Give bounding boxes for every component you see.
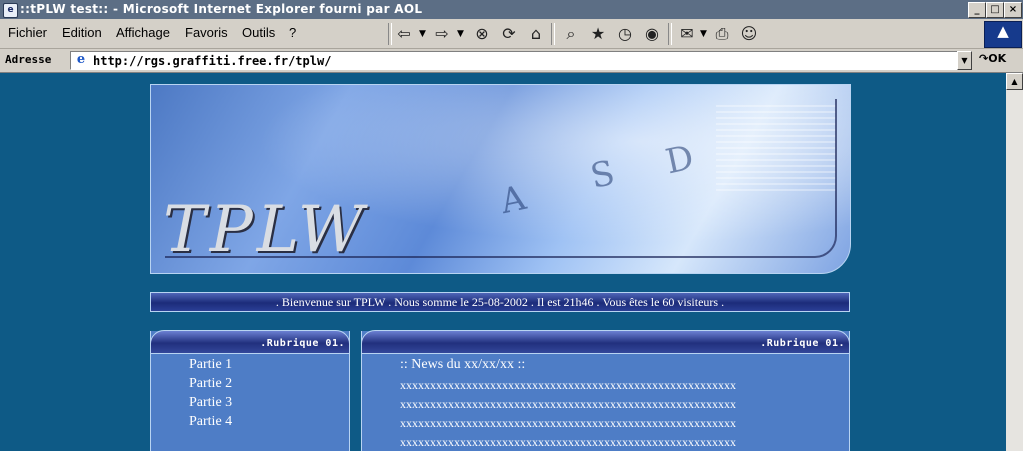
news-panel-heading: .Rubrique 01. <box>760 338 845 349</box>
address-label: Adresse <box>5 53 52 66</box>
messenger-icon[interactable]: ☺ <box>737 22 761 46</box>
forward-dropdown-icon[interactable]: ▼ <box>457 22 464 46</box>
address-url[interactable]: http://rgs.graffiti.free.fr/tplw/ <box>93 54 331 68</box>
go-arrow-icon: ↷ <box>979 52 989 65</box>
maximize-button[interactable]: □ <box>986 2 1004 18</box>
sidebar-item-partie-3[interactable]: Partie 3 <box>189 395 232 411</box>
back-arrow-icon[interactable]: ⇦ <box>392 22 416 46</box>
address-dropdown-button[interactable]: ▼ <box>957 51 972 70</box>
ie-page-icon: e <box>76 52 86 67</box>
address-input[interactable]: e http://rgs.graffiti.free.fr/tplw/ <box>70 51 958 70</box>
menu-outils[interactable]: Outils <box>242 25 275 40</box>
back-dropdown-icon[interactable]: ▼ <box>419 22 426 46</box>
address-bar: Adresse e http://rgs.graffiti.free.fr/tp… <box>0 49 1023 73</box>
go-label: OK <box>988 52 1007 65</box>
favorites-icon[interactable]: ★ <box>586 22 610 46</box>
welcome-banner: . Bienvenue sur TPLW . Nous somme le 25-… <box>150 292 850 312</box>
aol-logo-icon: ▲ <box>984 21 1022 48</box>
news-line: xxxxxxxxxxxxxxxxxxxxxxxxxxxxxxxxxxxxxxxx… <box>400 397 736 411</box>
news-line: xxxxxxxxxxxxxxxxxxxxxxxxxxxxxxxxxxxxxxxx… <box>400 435 736 449</box>
history-icon[interactable]: ◷ <box>613 22 637 46</box>
window-title-bar[interactable]: e ::tPLW test:: - Microsoft Internet Exp… <box>0 0 1023 19</box>
site-banner: A S D TPLW <box>150 84 851 274</box>
forward-arrow-icon[interactable]: ⇨ <box>430 22 454 46</box>
vertical-scrollbar[interactable]: ▲ <box>1006 73 1023 451</box>
toolbar-separator <box>551 23 555 45</box>
news-title: :: News du xx/xx/xx :: <box>400 357 526 372</box>
news-panel-header: .Rubrique 01. <box>361 330 850 354</box>
toolbar-separator <box>668 23 672 45</box>
refresh-icon[interactable]: ⟳ <box>497 22 521 46</box>
news-line: xxxxxxxxxxxxxxxxxxxxxxxxxxxxxxxxxxxxxxxx… <box>400 416 736 430</box>
mail-icon[interactable]: ✉ <box>675 22 699 46</box>
search-icon[interactable]: ⌕ <box>559 22 583 46</box>
stop-icon[interactable]: ⊗ <box>470 22 494 46</box>
menu-affichage[interactable]: Affichage <box>116 25 170 40</box>
menu-fichier[interactable]: Fichier <box>8 25 47 40</box>
left-panel-heading: .Rubrique 01. <box>260 338 345 349</box>
minimize-button[interactable]: _ <box>968 2 986 18</box>
sidebar-item-partie-4[interactable]: Partie 4 <box>189 414 232 430</box>
site-logo: TPLW <box>163 193 368 267</box>
sidebar-item-partie-1[interactable]: Partie 1 <box>189 357 232 373</box>
news-line: xxxxxxxxxxxxxxxxxxxxxxxxxxxxxxxxxxxxxxxx… <box>400 378 736 392</box>
left-panel-header: .Rubrique 01. <box>150 330 350 354</box>
menu-favoris[interactable]: Favoris <box>185 25 228 40</box>
go-button[interactable]: ↷OK <box>979 52 1006 65</box>
close-button[interactable]: × <box>1004 2 1022 18</box>
news-panel: .Rubrique 01. :: News du xx/xx/xx :: xxx… <box>361 330 850 451</box>
menu-help[interactable]: ? <box>289 25 296 40</box>
window-title: ::tPLW test:: - Microsoft Internet Explo… <box>20 2 423 16</box>
mail-dropdown-icon[interactable]: ▼ <box>700 22 707 46</box>
menu-edition[interactable]: Edition <box>62 25 102 40</box>
sidebar-item-partie-2[interactable]: Partie 2 <box>189 376 232 392</box>
scroll-up-arrow-icon[interactable]: ▲ <box>1006 73 1023 90</box>
left-panel: .Rubrique 01. Partie 1 Partie 2 Partie 3… <box>150 330 350 451</box>
home-icon[interactable]: ⌂ <box>524 22 548 46</box>
page-content: A S D TPLW . Bienvenue sur TPLW . Nous s… <box>0 73 1006 451</box>
ie-window-icon[interactable]: e <box>3 3 18 18</box>
print-icon[interactable]: ⎙ <box>710 22 734 46</box>
media-icon[interactable]: ◉ <box>640 22 664 46</box>
